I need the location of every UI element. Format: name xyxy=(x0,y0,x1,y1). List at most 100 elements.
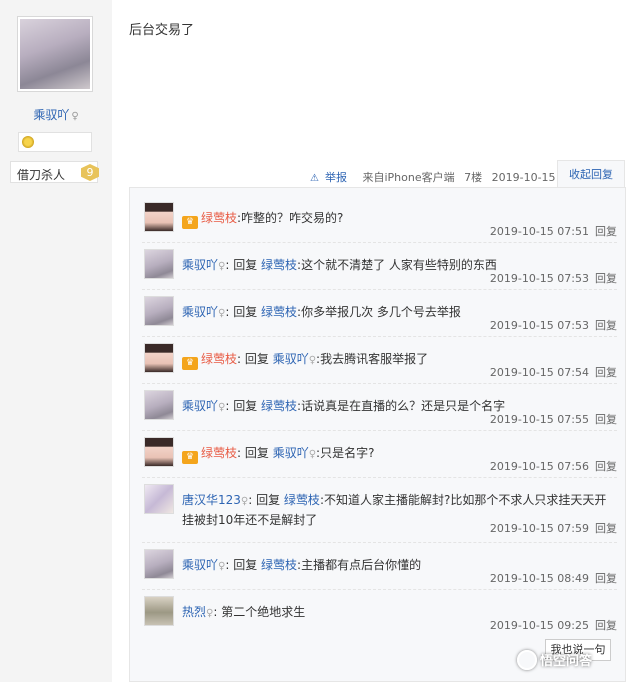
reply-avatar[interactable] xyxy=(144,549,174,579)
reply-divider xyxy=(142,242,617,243)
gold-medal-icon[interactable] xyxy=(22,136,34,148)
reply-divider xyxy=(142,430,617,431)
reply-target-username[interactable]: 绿莺枝 xyxy=(261,305,297,319)
female-icon: ♀ xyxy=(308,355,317,366)
reply-to-prefix: : 回复 xyxy=(237,352,273,366)
reply-text: :只是名字? xyxy=(316,446,375,460)
reply-footer: 2019-10-15 09:25 回复 xyxy=(490,617,617,633)
reply-target-username[interactable]: 乘驭吖 xyxy=(273,352,309,366)
reply-item: 乘驭吖♀: 回复 绿莺枝:主播都有点后台你懂的 2019-10-15 08:49 回… xyxy=(142,549,617,593)
reply-text: :你多举报几次 多几个号去举报 xyxy=(297,305,461,319)
reply-button[interactable]: 回复 xyxy=(595,572,617,585)
reply-target-username[interactable]: 绿莺枝 xyxy=(261,399,297,413)
vip-crown-icon[interactable]: ♛ xyxy=(182,216,198,229)
reply-to-prefix: : 回复 xyxy=(225,399,262,413)
reply-text: :主播都有点后台你懂的 xyxy=(297,558,422,572)
reply-button[interactable]: 回复 xyxy=(595,522,617,535)
report-link[interactable]: ⚠ 举报 xyxy=(310,171,353,184)
reply-divider xyxy=(142,589,617,590)
reply-avatar[interactable] xyxy=(144,343,174,373)
reply-time: 2019-10-15 07:55 xyxy=(489,413,589,426)
reply-divider xyxy=(142,383,617,384)
reply-text: :话说真是在直播的么？还是只是个名字 xyxy=(297,399,506,413)
author-name-row[interactable]: 乘驭吖 ♀ xyxy=(0,106,112,123)
reply-username[interactable]: 乘驭吖 xyxy=(182,399,218,413)
reply-item: 唐汉华123♀: 回复 绿莺枝:不知道人家主播能解封?比如那个不求人只求挂天天开… xyxy=(142,484,617,535)
reply-username[interactable]: 绿莺枝 xyxy=(201,352,237,366)
watermark-text: 悟空问答 xyxy=(540,654,593,669)
reply-button[interactable]: 回复 xyxy=(595,272,617,285)
reply-divider xyxy=(142,542,617,543)
author-avatar[interactable] xyxy=(17,16,93,92)
reply-avatar[interactable] xyxy=(144,437,174,467)
reply-time: 2019-10-15 07:53 xyxy=(489,272,589,285)
post-floor: 7楼 xyxy=(464,171,483,184)
medal-bar[interactable] xyxy=(18,132,92,152)
reply-item: ♛ 绿莺枝:咋整的？咋交易的? 2019-10-15 07:51 回复 xyxy=(142,202,617,246)
reply-footer: 2019-10-15 07:51 回复 xyxy=(490,223,617,239)
reply-button[interactable]: 回复 xyxy=(595,619,617,632)
reply-footer: 2019-10-15 07:54 回复 xyxy=(490,364,617,380)
reply-target-username[interactable]: 绿莺枝 xyxy=(261,258,297,272)
reply-time: 2019-10-15 09:25 xyxy=(489,619,589,632)
reply-time: 2019-10-15 07:59 xyxy=(489,522,589,535)
reply-button[interactable]: 回复 xyxy=(595,413,617,426)
reply-target-username[interactable]: 绿莺枝 xyxy=(261,558,297,572)
reply-username[interactable]: 唐汉华123 xyxy=(182,493,241,507)
reply-list: ♛ 绿莺枝:咋整的？咋交易的? 2019-10-15 07:51 回复 乘驭吖♀: 回复… xyxy=(129,187,626,682)
reply-time: 2019-10-15 07:56 xyxy=(489,460,589,473)
reply-button[interactable]: 回复 xyxy=(595,366,617,379)
avatar-image xyxy=(20,19,90,89)
reply-button[interactable]: 回复 xyxy=(595,319,617,332)
reply-footer: 2019-10-15 07:56 回复 xyxy=(490,458,617,474)
reply-to-prefix: : 回复 xyxy=(225,305,262,319)
reply-time: 2019-10-15 08:49 xyxy=(489,572,589,585)
reply-username[interactable]: 乘驭吖 xyxy=(182,305,218,319)
reply-item: 乘驭吖♀: 回复 绿莺枝:这个就不清楚了 人家有些特别的东西 2019-10-15… xyxy=(142,249,617,293)
reply-to-prefix: : 回复 xyxy=(237,446,273,460)
reply-time: 2019-10-15 07:51 xyxy=(489,225,589,238)
reply-target-username[interactable]: 乘驭吖 xyxy=(273,446,309,460)
reply-avatar[interactable] xyxy=(144,249,174,279)
reply-username[interactable]: 乘驭吖 xyxy=(182,558,218,572)
reply-avatar[interactable] xyxy=(144,296,174,326)
reply-footer: 2019-10-15 07:53 回复 xyxy=(490,317,617,333)
collapse-replies-button[interactable]: 收起回复 xyxy=(557,160,625,188)
reply-divider xyxy=(142,289,617,290)
vip-crown-icon[interactable]: ♛ xyxy=(182,357,198,370)
reply-item: ♛ 绿莺枝: 回复 乘驭吖♀:我去腾讯客服举报了 2019-10-15 07:54 回… xyxy=(142,343,617,387)
post-content: 后台交易了 xyxy=(129,23,195,38)
reply-divider xyxy=(142,477,617,478)
author-sidebar: 乘驭吖 ♀ 借刀杀人 9 xyxy=(0,0,112,682)
reply-avatar[interactable] xyxy=(144,390,174,420)
warning-icon: ⚠ xyxy=(310,173,319,184)
reply-target-username[interactable]: 绿莺枝 xyxy=(284,493,320,507)
reply-item: ♛ 绿莺枝: 回复 乘驭吖♀:只是名字? 2019-10-15 07:56 回复 xyxy=(142,437,617,481)
reply-footer: 2019-10-15 07:59 回复 xyxy=(490,520,617,536)
reply-text: : 第二个绝地求生 xyxy=(213,605,306,619)
reply-to-prefix: : 回复 xyxy=(248,493,284,507)
reply-avatar[interactable] xyxy=(144,202,174,232)
reply-button[interactable]: 回复 xyxy=(595,460,617,473)
level-name: 借刀杀人 xyxy=(17,168,66,182)
reply-username[interactable]: 热烈 xyxy=(182,605,206,619)
reply-item: 乘驭吖♀: 回复 绿莺枝:话说真是在直播的么？还是只是个名字 2019-10-15… xyxy=(142,390,617,434)
reply-text: :我去腾讯客服举报了 xyxy=(316,352,429,366)
reply-divider xyxy=(142,336,617,337)
reply-username[interactable]: 绿莺枝 xyxy=(201,211,237,225)
post-source[interactable]: 来自iPhone客户端 xyxy=(362,171,454,184)
level-number: 9 xyxy=(81,164,99,181)
reply-username[interactable]: 绿莺枝 xyxy=(201,446,237,460)
reply-text: :这个就不清楚了 人家有些特别的东西 xyxy=(297,258,497,272)
wukong-logo-icon xyxy=(517,650,537,670)
reply-time: 2019-10-15 07:54 xyxy=(489,366,589,379)
reply-item: 乘驭吖♀: 回复 绿莺枝:你多举报几次 多几个号去举报 2019-10-15 07… xyxy=(142,296,617,340)
author-name[interactable]: 乘驭吖 xyxy=(33,108,69,122)
reply-avatar[interactable] xyxy=(144,596,174,626)
vip-crown-icon[interactable]: ♛ xyxy=(182,451,198,464)
reply-avatar[interactable] xyxy=(144,484,174,514)
reply-username[interactable]: 乘驭吖 xyxy=(182,258,218,272)
watermark: 悟空问答 xyxy=(517,650,635,674)
level-badge[interactable]: 借刀杀人 9 xyxy=(10,161,99,183)
reply-button[interactable]: 回复 xyxy=(595,225,617,238)
